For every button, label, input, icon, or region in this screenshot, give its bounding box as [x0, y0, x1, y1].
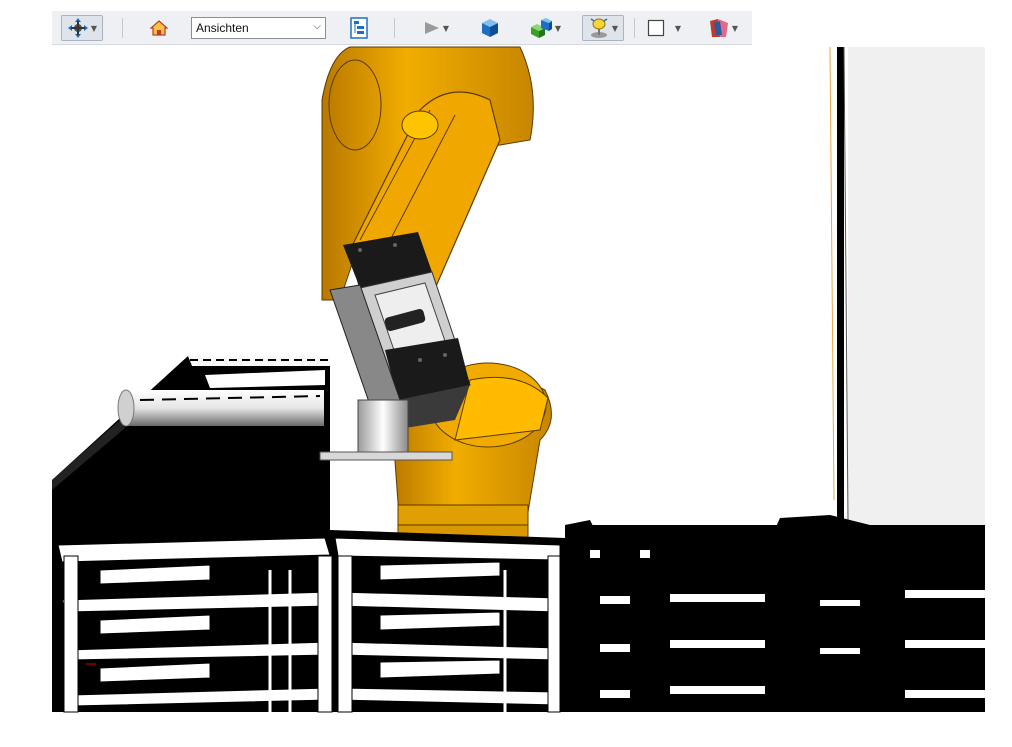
display-style-button[interactable]: ▼: [522, 15, 566, 41]
navigate-icon: [67, 18, 88, 38]
section-icon: [709, 19, 728, 37]
section-button[interactable]: ▼: [702, 15, 744, 41]
lighting-icon: [590, 18, 608, 38]
chevron-down-icon: ▼: [442, 23, 450, 33]
lighting-button[interactable]: ▼: [582, 15, 624, 41]
chevron-down-icon: ▼: [611, 23, 619, 33]
background-button[interactable]: ▼: [642, 15, 686, 41]
toolbar: ▼ Ansichten ⌵ ▼ ▼ ▼ ▼ ▼: [52, 11, 752, 45]
views-dropdown[interactable]: Ansichten ⌵: [191, 17, 326, 39]
cylinder-pipe: [117, 389, 324, 427]
play-icon: [424, 22, 439, 34]
pallet-stack-white: [52, 530, 565, 713]
toolbar-separator: [394, 18, 395, 38]
tree-view-button[interactable]: [346, 15, 372, 41]
pallet-stack-black: [565, 515, 985, 712]
3d-viewport[interactable]: [0, 0, 1012, 747]
toolbar-separator: [634, 18, 635, 38]
chevron-down-icon: ▼: [731, 23, 739, 33]
tree-view-icon: [350, 17, 368, 39]
chevron-down-icon: ▼: [554, 23, 562, 33]
chevron-down-icon: ▼: [90, 23, 98, 33]
home-button[interactable]: [146, 15, 172, 41]
chevron-down-icon: ⌵: [313, 21, 321, 32]
view-cube-button[interactable]: [476, 15, 504, 41]
navigate-button[interactable]: ▼: [61, 15, 103, 41]
views-dropdown-value: Ansichten: [196, 21, 249, 35]
toolbar-separator: [122, 18, 123, 38]
background-icon: [647, 19, 665, 37]
blue-cube-icon: [482, 19, 498, 37]
home-icon: [150, 20, 168, 36]
play-button[interactable]: ▼: [418, 15, 454, 41]
display-style-icon: [530, 18, 552, 38]
chevron-down-icon: ▼: [674, 23, 682, 33]
